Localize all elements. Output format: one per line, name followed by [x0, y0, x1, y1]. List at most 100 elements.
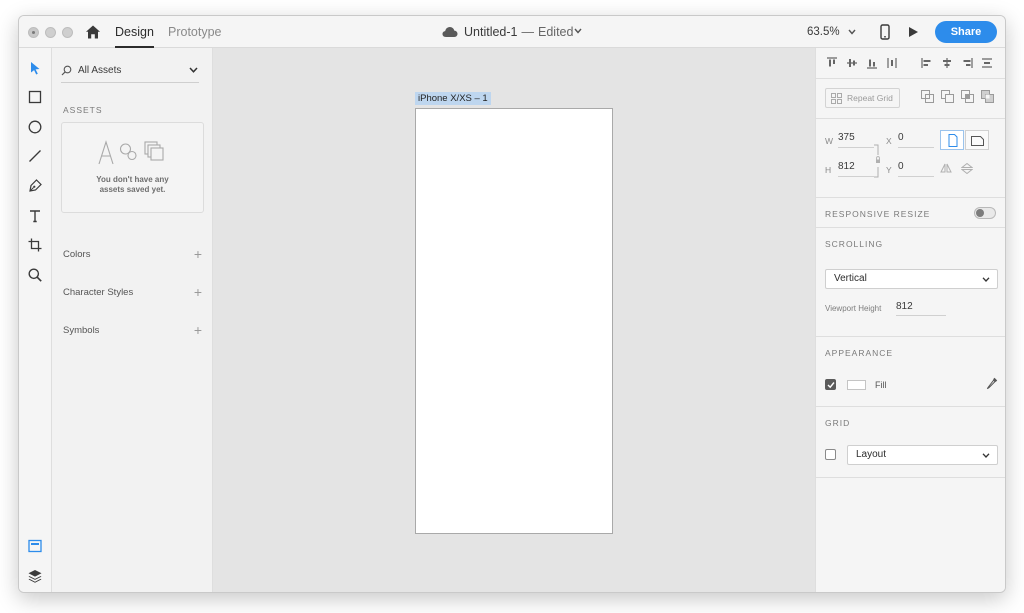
property-inspector: Repeat Grid W 375 X 0 H 812 Y 0 RESPONSI… — [815, 48, 1005, 592]
grid-label: GRID — [825, 418, 851, 428]
scrolling-select[interactable]: Vertical — [825, 269, 998, 289]
appearance-section: APPEARANCE Fill — [816, 337, 1005, 407]
fill-checkbox[interactable] — [825, 379, 836, 390]
share-button[interactable]: Share — [935, 21, 997, 43]
boolean-subtract-icon[interactable] — [941, 90, 954, 103]
boolean-exclude-icon[interactable] — [981, 90, 994, 103]
grid-type-value: Layout — [856, 449, 887, 460]
asset-row-symbols[interactable]: Symbols + — [63, 322, 204, 341]
add-character-style-button[interactable]: + — [194, 284, 202, 300]
assets-empty-line-1: You don't have any — [96, 175, 169, 184]
scrolling-select-value: Vertical — [834, 273, 867, 284]
rectangle-tool-icon[interactable] — [27, 89, 43, 105]
assets-filter[interactable]: All Assets — [61, 61, 199, 83]
zoom-tool-icon[interactable] — [27, 267, 43, 283]
select-tool-icon[interactable] — [27, 60, 43, 76]
appearance-label: APPEARANCE — [825, 348, 894, 358]
align-left-icon[interactable] — [921, 57, 933, 69]
add-color-button[interactable]: + — [194, 246, 202, 262]
responsive-resize-toggle[interactable] — [974, 207, 996, 219]
repeat-grid-button[interactable]: Repeat Grid — [825, 88, 900, 108]
flip-horizontal-icon[interactable] — [940, 163, 952, 174]
asset-row-label: Character Styles — [63, 287, 134, 298]
tab-design[interactable]: Design — [115, 25, 154, 48]
asset-row-character-styles[interactable]: Character Styles + — [63, 284, 204, 303]
align-right-icon[interactable] — [961, 57, 973, 69]
boolean-add-icon[interactable] — [921, 90, 934, 103]
portrait-icon — [948, 134, 958, 147]
search-icon — [61, 65, 72, 76]
window-close-button[interactable] — [28, 27, 39, 38]
eyedropper-icon[interactable] — [986, 377, 998, 390]
ellipse-tool-icon[interactable] — [27, 119, 43, 135]
play-icon[interactable] — [908, 26, 919, 38]
artboard-name[interactable]: iPhone X/XS – 1 — [415, 92, 491, 105]
design-canvas[interactable]: iPhone X/XS – 1 — [213, 48, 815, 592]
assets-empty-line-2: assets saved yet. — [99, 185, 166, 194]
assets-empty-state: You don't have any assets saved yet. — [61, 122, 204, 213]
line-tool-icon[interactable] — [27, 148, 43, 164]
align-center-icon[interactable] — [941, 57, 953, 69]
y-input[interactable]: 0 — [898, 161, 934, 177]
x-label: X — [886, 136, 892, 146]
window-maximize-button[interactable] — [62, 27, 73, 38]
flip-vertical-icon[interactable] — [961, 163, 973, 174]
home-icon[interactable] — [85, 24, 101, 40]
chevron-down-icon[interactable] — [848, 29, 856, 35]
height-label: H — [825, 165, 832, 175]
zoom-level[interactable]: 63.5% — [807, 26, 840, 38]
assets-section-title: ASSETS — [63, 105, 103, 115]
responsive-resize-section: RESPONSIVE RESIZE — [816, 198, 1005, 228]
artboard[interactable] — [415, 108, 613, 534]
tab-prototype[interactable]: Prototype — [168, 25, 222, 39]
assets-panel: All Assets ASSETS You don't have any ass… — [52, 48, 213, 592]
height-input[interactable]: 812 — [838, 161, 874, 177]
layers-panel-icon[interactable] — [27, 568, 43, 584]
align-middle-icon[interactable] — [846, 57, 858, 69]
document-state: Edited — [538, 25, 574, 39]
text-tool-icon[interactable] — [27, 208, 43, 224]
window-minimize-button[interactable] — [45, 27, 56, 38]
scrolling-label: SCROLLING — [825, 239, 884, 249]
grid-checkbox[interactable] — [825, 449, 836, 460]
artboard-tool-icon[interactable] — [27, 237, 43, 253]
chevron-down-icon[interactable] — [189, 67, 198, 73]
landscape-orientation-button[interactable] — [965, 130, 989, 150]
title-bar: Design Prototype Untitled-1— Edited 63.5%… — [19, 16, 1005, 48]
viewport-height-label: Viewport Height — [825, 304, 882, 313]
chevron-down-icon — [982, 453, 990, 458]
align-bottom-icon[interactable] — [866, 57, 878, 69]
transform-section: W 375 X 0 H 812 Y 0 — [816, 119, 1005, 198]
assets-placeholder-icon — [98, 140, 164, 165]
align-top-icon[interactable] — [826, 57, 838, 69]
asset-row-label: Symbols — [63, 325, 100, 336]
assets-panel-icon[interactable] — [27, 538, 43, 554]
asset-row-colors[interactable]: Colors + — [63, 246, 204, 265]
distribute-horizontal-icon[interactable] — [981, 57, 993, 69]
repeat-grid-row: Repeat Grid — [816, 79, 1005, 119]
grid-section: GRID Layout — [816, 407, 1005, 478]
x-input[interactable]: 0 — [898, 132, 934, 148]
device-preview-icon[interactable] — [880, 24, 890, 40]
width-label: W — [825, 136, 834, 146]
add-symbol-button[interactable]: + — [194, 322, 202, 338]
repeat-grid-label: Repeat Grid — [847, 93, 893, 103]
checkmark-icon — [827, 382, 835, 389]
responsive-resize-label: RESPONSIVE RESIZE — [825, 209, 931, 219]
tool-bar — [19, 48, 52, 592]
cloud-icon — [442, 27, 458, 37]
repeat-grid-icon — [831, 93, 842, 104]
pen-tool-icon[interactable] — [27, 178, 43, 194]
lock-aspect-icon[interactable] — [873, 143, 883, 179]
distribute-vertical-icon[interactable] — [886, 57, 898, 69]
boolean-intersect-icon[interactable] — [961, 90, 974, 103]
document-title[interactable]: Untitled-1— Edited — [464, 25, 573, 39]
chevron-down-icon[interactable] — [574, 28, 582, 34]
document-separator: — — [521, 25, 535, 39]
grid-type-select[interactable]: Layout — [847, 445, 998, 465]
width-input[interactable]: 375 — [838, 132, 874, 148]
fill-color-swatch[interactable] — [847, 380, 866, 390]
viewport-height-input[interactable]: 812 — [896, 301, 946, 316]
asset-row-label: Colors — [63, 249, 91, 260]
portrait-orientation-button[interactable] — [940, 130, 964, 150]
